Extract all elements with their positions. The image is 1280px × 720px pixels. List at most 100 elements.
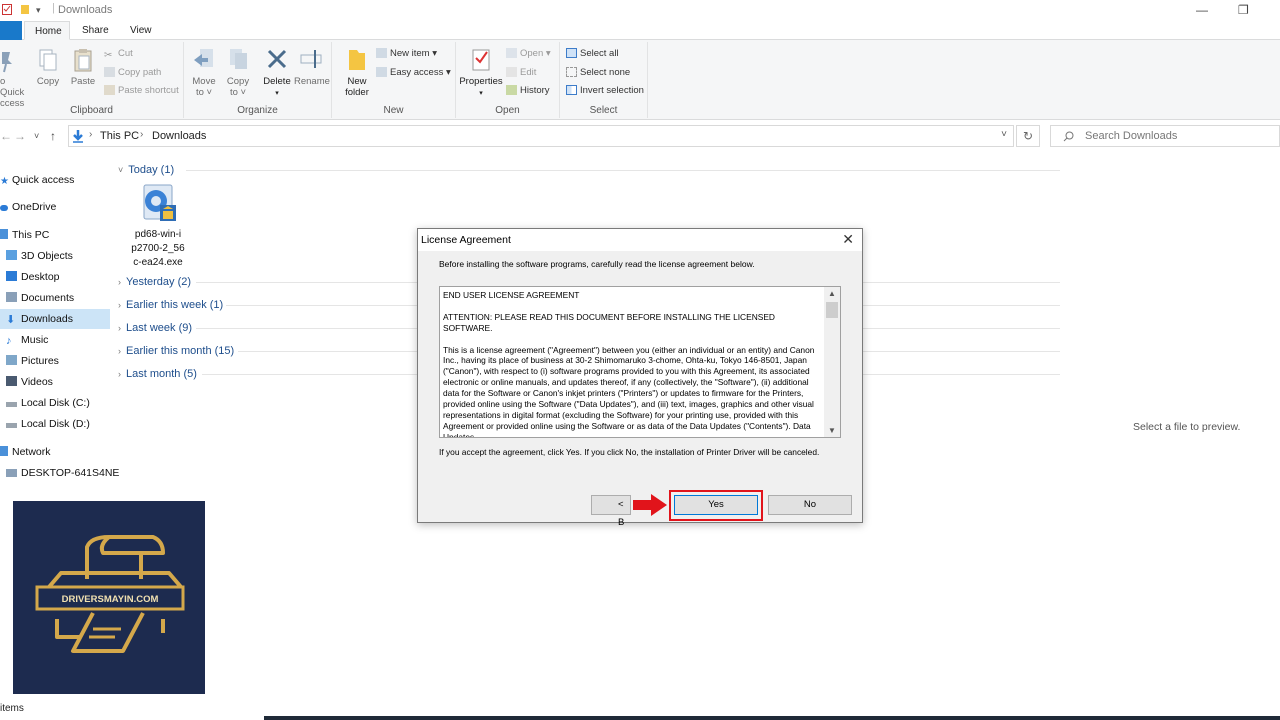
history-button[interactable]: History [506, 85, 550, 96]
group-label: Earlier this week (1) [126, 299, 224, 311]
edit-button[interactable]: Edit [506, 67, 536, 78]
copy-to-icon [230, 49, 247, 69]
chevron-right-icon: › [118, 300, 121, 310]
paste-button[interactable]: Paste [68, 44, 98, 87]
nav-desktop-pc[interactable]: DESKTOP-641S4NE [6, 463, 119, 483]
tab-file[interactable] [0, 21, 22, 40]
license-text: END USER LICENSE AGREEMENT ATTENTION: PL… [443, 290, 823, 437]
nav-network[interactable]: Network [0, 442, 51, 462]
ribbon-tabs: Home Share View [0, 21, 1280, 40]
pin-icon [2, 52, 12, 73]
group-header-earlier-this-month[interactable]: › Earlier this month (15) [118, 345, 234, 357]
select-none-button[interactable]: Select none [566, 67, 630, 78]
open-group-label: Open [495, 105, 520, 116]
back-icon[interactable]: ← [0, 129, 12, 143]
desktop-icon [6, 271, 17, 281]
properties-dropdown-icon[interactable]: ▾ [479, 90, 483, 97]
close-icon[interactable]: ✕ [842, 231, 854, 248]
group-header-last-week[interactable]: › Last week (9) [118, 322, 192, 334]
copy-button[interactable]: Copy [34, 44, 62, 87]
nav-local-disk-c[interactable]: Local Disk (C:) [6, 393, 90, 413]
nav-this-pc[interactable]: This PC [0, 225, 49, 245]
invert-selection-icon [566, 85, 577, 95]
red-arrow-icon [633, 494, 667, 516]
delete-dropdown-icon[interactable]: ▾ [275, 90, 279, 97]
paste-shortcut-button[interactable]: Paste shortcut [104, 85, 179, 96]
rename-button[interactable]: Rename [294, 44, 330, 87]
breadcrumb-chevron-icon[interactable]: › [89, 129, 92, 140]
nav-music[interactable]: ♪ Music [6, 330, 48, 350]
dialog-intro-text: Before installing the software programs,… [439, 259, 755, 269]
cut-label: Cut [118, 48, 133, 59]
nav-onedrive[interactable]: OneDrive [0, 197, 56, 217]
back-button[interactable]: < B [591, 495, 631, 528]
history-icon [506, 85, 517, 95]
group-header-last-month[interactable]: › Last month (5) [118, 368, 197, 380]
edit-label: Edit [520, 67, 537, 78]
recent-locations-icon[interactable]: ˅ [34, 131, 39, 141]
new-folder-button[interactable]: New folder [340, 44, 374, 98]
folder-icon [349, 50, 365, 70]
new-item-button[interactable]: New item ▾ [376, 48, 437, 59]
scrollbar-thumb[interactable] [826, 302, 838, 318]
copy-to-button[interactable]: Copy to ˅ [224, 44, 252, 98]
nav-quick-access[interactable]: ★ Quick access [0, 170, 74, 190]
address-dropdown-icon[interactable]: ˅ [1001, 129, 1007, 140]
license-agreement-dialog: License Agreement ✕ Before installing th… [417, 228, 863, 528]
new-folder-label-line2: folder [345, 87, 369, 98]
no-button[interactable]: No [768, 495, 852, 515]
tab-home[interactable]: Home [24, 21, 70, 40]
pin-quick-access-button[interactable]: o Quick ccess [0, 44, 32, 109]
delete-button[interactable]: Delete ▾ [262, 44, 292, 99]
select-none-icon [566, 67, 577, 77]
file-item-setup-exe[interactable]: pd68-win-i p2700-2_56 c-ea24.exe [128, 183, 188, 270]
new-folder-icon[interactable] [20, 4, 30, 15]
computer-icon [0, 229, 8, 239]
taskbar-edge [264, 716, 1280, 720]
tab-share[interactable]: Share [74, 21, 117, 40]
invert-selection-button[interactable]: Invert selection [566, 85, 644, 96]
select-all-button[interactable]: Select all [566, 48, 619, 59]
up-icon[interactable]: ↑ [50, 129, 56, 143]
restore-icon[interactable]: ❐ [1238, 3, 1249, 17]
copy-path-button[interactable]: Copy path [104, 67, 161, 78]
group-header-yesterday[interactable]: › Yesterday (2) [118, 276, 191, 288]
move-to-button[interactable]: Move to ˅ [190, 44, 218, 98]
nav-downloads[interactable]: ⬇ Downloads [0, 309, 110, 329]
nav-local-disk-d[interactable]: Local Disk (D:) [6, 414, 90, 434]
tab-view[interactable]: View [122, 21, 160, 40]
refresh-button[interactable]: ↻ [1016, 125, 1040, 147]
nav-videos[interactable]: Videos [6, 372, 53, 392]
group-header-today[interactable]: ˅ Today (1) [118, 164, 174, 176]
computer-icon [6, 469, 17, 477]
nav-pictures[interactable]: Pictures [6, 351, 59, 371]
breadcrumb-downloads[interactable]: Downloads [152, 130, 206, 142]
group-label: Last month (5) [126, 368, 197, 380]
navigation-bar: ← → ˅ ↑ › This PC › Downloads ˅ ↻ Search… [0, 124, 1280, 148]
license-attention: ATTENTION: PLEASE READ THIS DOCUMENT BEF… [443, 311, 775, 333]
delete-icon [267, 49, 287, 69]
group-header-earlier-this-week[interactable]: › Earlier this week (1) [118, 299, 223, 311]
yes-button[interactable]: Yes [674, 495, 758, 515]
nav-documents[interactable]: Documents [6, 288, 74, 308]
scroll-up-icon[interactable]: ▲ [828, 289, 836, 298]
properties-icon[interactable] [2, 4, 12, 15]
properties-button[interactable]: Properties ▾ [458, 44, 504, 99]
open-button[interactable]: Open ▾ [506, 48, 551, 59]
address-bar[interactable]: › This PC › Downloads ˅ [68, 125, 1014, 147]
nav-desktop[interactable]: Desktop [6, 267, 60, 287]
quick-access-dropdown-icon[interactable]: ▾ [36, 5, 41, 16]
cut-button[interactable]: ✂ Cut [104, 48, 133, 61]
scroll-down-icon[interactable]: ▼ [828, 426, 836, 435]
easy-access-button[interactable]: Easy access ▾ [376, 67, 451, 78]
license-scrollbar[interactable]: ▲ ▼ [824, 287, 840, 437]
license-text-box[interactable]: END USER LICENSE AGREEMENT ATTENTION: PL… [439, 286, 841, 438]
search-input[interactable]: Search Downloads [1050, 125, 1280, 147]
breadcrumb-this-pc[interactable]: This PC [100, 130, 139, 142]
breadcrumb-chevron-icon[interactable]: › [140, 129, 143, 140]
minimize-icon[interactable]: — [1196, 3, 1208, 17]
navigation-pane: ★ Quick access OneDrive This PC 3D Object… [0, 160, 119, 490]
nav-3d-objects[interactable]: 3D Objects [6, 246, 73, 266]
properties-check-icon [472, 49, 490, 71]
forward-icon[interactable]: → [14, 129, 26, 143]
